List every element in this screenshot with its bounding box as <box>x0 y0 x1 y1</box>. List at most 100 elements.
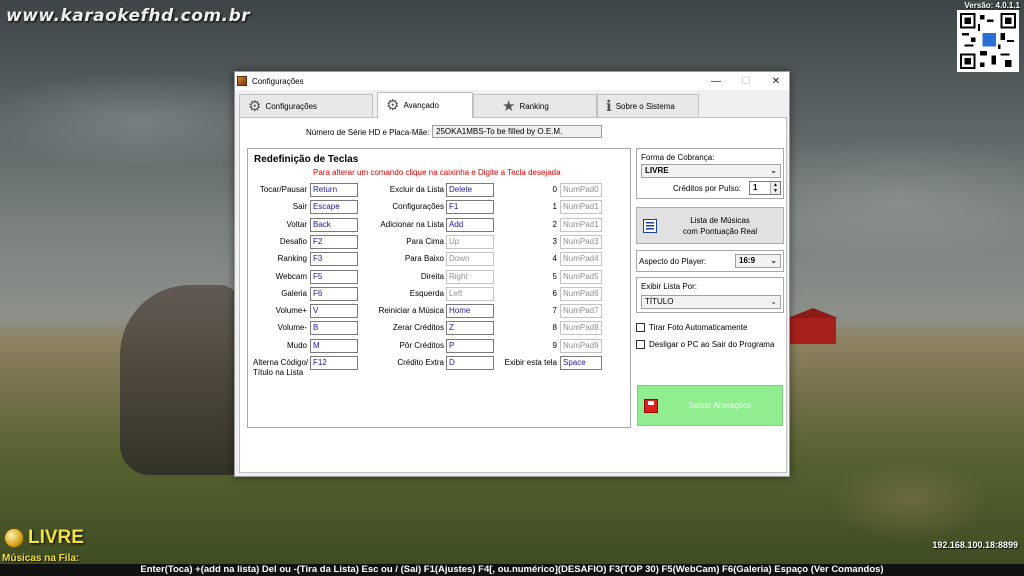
tab-content-avancado: Número de Série HD e Placa-Mãe: 25OKA1MB… <box>239 117 787 473</box>
creditos-stepper[interactable]: 1 ▲ ▼ <box>749 181 781 195</box>
barn-image <box>788 308 838 344</box>
tab-label: Avançado <box>403 101 439 110</box>
key-label-numpad: 0 <box>248 185 557 195</box>
aspecto-value: 16:9 <box>739 256 756 265</box>
key-label-numpad: 2 <box>248 220 557 230</box>
tab-ranking[interactable]: ★ Ranking <box>473 94 597 117</box>
cobranca-group: Forma de Cobrança: LIVRE ⌄ Créditos por … <box>636 148 784 199</box>
key-label-text: 7 <box>552 306 557 316</box>
status-livre-text: LIVRE <box>28 527 84 548</box>
aspecto-select[interactable]: 16:9 ⌄ <box>735 254 781 268</box>
close-button[interactable]: ✕ <box>761 72 791 90</box>
qr-code-icon <box>957 10 1019 72</box>
save-disk-icon <box>644 398 658 413</box>
ip-address: 192.168.100.18:8899 <box>932 540 1018 550</box>
key-label-text: 9 <box>552 340 557 350</box>
key-label-numpad: 3 <box>248 237 557 247</box>
key-label-numpad: 9 <box>248 341 557 351</box>
exibir-lista-group: Exibir Lista Por: TÍTULO ⌄ <box>636 277 784 313</box>
chevron-down-icon[interactable]: ▼ <box>771 188 780 194</box>
cobranca-label: Forma de Cobrança: <box>641 153 715 162</box>
key-input-numpad[interactable]: NumPad1 <box>560 217 602 232</box>
key-label-text: Exibir esta tela <box>504 358 557 367</box>
key-input-numpad[interactable]: NumPad9 <box>560 338 602 353</box>
key-input-numpad[interactable]: NumPad5 <box>560 269 602 284</box>
key-label-text: 2 <box>552 219 557 229</box>
maximize-button[interactable]: ☐ <box>731 72 761 90</box>
key-label-text: 6 <box>552 288 557 298</box>
shortcuts-bar: Enter(Toca) +(add na lista) Del ou -(Tir… <box>0 564 1024 576</box>
tab-label: Ranking <box>519 101 549 111</box>
tab-bar: ⚙ Configurações ⚙ Avançado ★ Ranking ℹ S… <box>239 92 787 118</box>
key-input-numpad[interactable]: NumPad0 <box>560 183 602 197</box>
lista-button-line1: Lista de Músicas <box>690 215 750 225</box>
tab-label: Sobre o Sistema <box>615 101 675 111</box>
key-label-numpad: 4 <box>248 254 557 264</box>
serial-field: 25OKA1MBS-To be filled by O.E.M. <box>432 125 602 138</box>
gear-icon: ⚙ <box>248 97 262 115</box>
minimize-button[interactable]: — <box>701 72 731 90</box>
list-icon <box>643 218 657 233</box>
exibir-value: TÍTULO <box>645 297 674 306</box>
key-remap-hint: Para alterar um comando clique na caixin… <box>313 168 561 177</box>
key-label-numpad: 1 <box>248 202 557 212</box>
window-title: Configurações <box>252 76 304 86</box>
key-label-numpad: 7 <box>248 306 557 316</box>
tab-avancado[interactable]: ⚙ Avançado <box>377 92 473 118</box>
version-label: Versão: 4.0.1.1 <box>964 1 1020 10</box>
tab-configuracoes[interactable]: ⚙ Configurações <box>239 94 373 117</box>
road-image <box>780 430 1024 576</box>
cobranca-select[interactable]: LIVRE ⌄ <box>641 164 781 178</box>
title-bar[interactable]: Configurações — ☐ ✕ <box>235 72 789 90</box>
star-icon: ★ <box>502 97 516 115</box>
key-label-text: Título na Lista <box>253 368 304 377</box>
tab-sobre[interactable]: ℹ Sobre o Sistema <box>597 94 699 117</box>
tirar-foto-label: Tirar Foto Automaticamente <box>649 323 748 332</box>
serial-label: Número de Série HD e Placa-Mãe: <box>306 128 430 137</box>
tirar-foto-checkbox[interactable]: Tirar Foto Automaticamente <box>636 323 747 332</box>
checkbox-box[interactable] <box>636 340 645 349</box>
key-input-numpad[interactable]: NumPad6 <box>560 286 602 301</box>
creditos-value: 1 <box>753 183 758 192</box>
chevron-down-icon: ⌄ <box>770 166 777 175</box>
chevron-down-icon: ⌄ <box>770 256 777 265</box>
key-label-text: 0 <box>552 185 557 194</box>
key-input-numpad[interactable]: NumPad1 <box>560 200 602 215</box>
key-remap-title: Redefinição de Teclas <box>254 154 359 165</box>
status-livre: LIVRE <box>4 527 84 549</box>
key-input-numpad[interactable]: NumPad3 <box>560 234 602 249</box>
key-input-numpad[interactable]: NumPad4 <box>560 252 602 267</box>
gear-advanced-icon: ⚙ <box>386 97 400 114</box>
key-label-numpad: Exibir esta tela <box>248 358 557 368</box>
tab-label: Configurações <box>265 101 318 111</box>
lista-button-line2: com Pontuação Real <box>682 226 758 236</box>
cobranca-value: LIVRE <box>645 166 669 175</box>
coin-icon <box>4 528 24 548</box>
desligar-pc-label: Desligar o PC ao Sair do Programa <box>649 340 775 349</box>
lista-pontuacao-button[interactable]: Lista de Músicas com Pontuação Real <box>636 207 784 244</box>
app-icon <box>237 76 247 86</box>
exibir-select[interactable]: TÍTULO ⌄ <box>641 295 781 309</box>
key-label-numpad: 5 <box>248 272 557 282</box>
key-input-numpad[interactable]: NumPad8 <box>560 321 602 336</box>
car-image <box>120 285 240 475</box>
key-input-numpad[interactable]: Space <box>560 356 602 370</box>
stepper-buttons[interactable]: ▲ ▼ <box>770 182 780 194</box>
key-label-text: 3 <box>552 236 557 246</box>
exibir-label: Exibir Lista Por: <box>641 282 698 291</box>
aspecto-group: Aspecto do Player: 16:9 ⌄ <box>636 250 784 272</box>
key-label-text: 8 <box>552 323 557 333</box>
key-input-numpad[interactable]: NumPad7 <box>560 304 602 319</box>
salvar-label: Salvar Alterações <box>688 401 752 410</box>
key-label-text: 1 <box>552 202 557 212</box>
info-icon: ℹ <box>606 97 612 115</box>
salvar-button[interactable]: Salvar Alterações <box>637 385 783 426</box>
musicas-fila-label: Músicas na Fila: <box>2 553 80 564</box>
chevron-down-icon: ⌄ <box>770 297 777 306</box>
creditos-label: Créditos por Pulso: <box>673 184 742 193</box>
key-label-numpad: 8 <box>248 323 557 333</box>
key-remap-group: Redefinição de Teclas Para alterar um co… <box>247 148 631 428</box>
desligar-pc-checkbox[interactable]: Desligar o PC ao Sair do Programa <box>636 340 774 349</box>
checkbox-box[interactable] <box>636 323 645 332</box>
aspecto-label: Aspecto do Player: <box>639 257 707 266</box>
